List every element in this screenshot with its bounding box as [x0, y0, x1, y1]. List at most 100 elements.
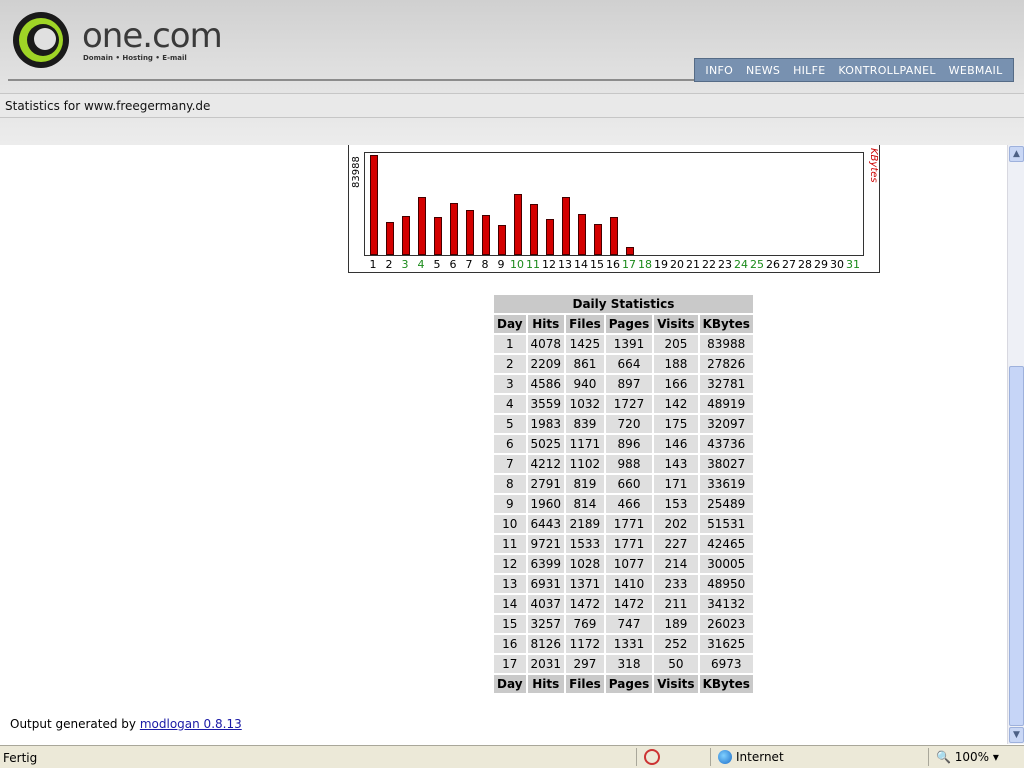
one-com-logo[interactable]: one.com Domain • Hosting • E-mail	[10, 10, 240, 72]
table-cell: 2209	[527, 355, 565, 373]
table-row: 16 8126 1172 1331 252 31625	[494, 635, 753, 653]
table-cell: 1032	[566, 395, 604, 413]
zoom-level: 100%	[954, 750, 990, 764]
chart-bar	[626, 247, 634, 255]
chart-day-label: 19	[654, 258, 668, 271]
table-cell: 6973	[699, 655, 753, 673]
table-cell: 233	[654, 575, 698, 593]
chart-day-label: 23	[718, 258, 732, 271]
chart-bar	[562, 197, 570, 255]
table-cell: 988	[605, 455, 653, 473]
stats-title-bar: Statistics for www.freegermany.de	[0, 93, 1024, 118]
table-cell: 211	[654, 595, 698, 613]
chart-day-label: 27	[782, 258, 796, 271]
table-cell: 27826	[699, 355, 753, 373]
nav-kontrollpanel[interactable]: KONTROLLPANEL	[838, 64, 935, 77]
table-cell: 38027	[699, 455, 753, 473]
table-row: 11 9721 1533 1771 227 42465	[494, 535, 753, 553]
chart-day-label: 22	[702, 258, 716, 271]
chart-day-label: 13	[558, 258, 572, 271]
table-cell: 11	[494, 535, 526, 553]
modlogan-link[interactable]: modlogan 0.8.13	[140, 717, 242, 731]
daily-kbytes-chart: 83988 KBytes 1 2 3 4 5 6 7 8 9 10 11 12 13 14 15 16 17 18…	[348, 145, 880, 273]
logo-tagline: Domain • Hosting • E-mail	[83, 54, 187, 62]
table-cell: 1771	[605, 535, 653, 553]
nav-hilfe[interactable]: HILFE	[793, 64, 825, 77]
table-row: 5 1983 839 720 175 32097	[494, 415, 753, 433]
zone-label: Internet	[736, 750, 784, 764]
zoom-control[interactable]: 🔍 100% ▾	[936, 750, 999, 764]
col-pages: Pages	[605, 315, 653, 333]
table-cell: 9721	[527, 535, 565, 553]
chart-bar	[610, 217, 618, 255]
chart-day-label: 28	[798, 258, 812, 271]
scroll-down-button[interactable]: ▼	[1009, 727, 1024, 743]
vertical-scrollbar[interactable]: ▲ ▼	[1007, 145, 1024, 744]
table-cell: 1172	[566, 635, 604, 653]
table-row: 8 2791 819 660 171 33619	[494, 475, 753, 493]
chart-day-label: 9	[497, 258, 505, 271]
chart-day-label: 16	[606, 258, 620, 271]
table-cell: 1	[494, 335, 526, 353]
table-cell: 720	[605, 415, 653, 433]
table-cell: 33619	[699, 475, 753, 493]
table-cell: 214	[654, 555, 698, 573]
foot-kbytes: KBytes	[699, 675, 753, 693]
table-cell: 8126	[527, 635, 565, 653]
col-day: Day	[494, 315, 526, 333]
table-cell: 4586	[527, 375, 565, 393]
table-cell: 814	[566, 495, 604, 513]
logo-wordmark: one.com	[82, 16, 223, 56]
col-visits: Visits	[654, 315, 698, 333]
table-row: 6 5025 1171 896 146 43736	[494, 435, 753, 453]
chart-bar	[450, 203, 458, 255]
chart-bar	[418, 197, 426, 255]
table-cell: 2031	[527, 655, 565, 673]
chart-plot-area	[364, 152, 864, 256]
table-cell: 1960	[527, 495, 565, 513]
table-cell: 897	[605, 375, 653, 393]
table-cell: 146	[654, 435, 698, 453]
table-cell: 34132	[699, 595, 753, 613]
chart-day-label: 24	[734, 258, 748, 271]
table-cell: 940	[566, 375, 604, 393]
scroll-thumb[interactable]	[1009, 366, 1024, 726]
privacy-icon[interactable]	[644, 749, 660, 765]
chart-day-label: 29	[814, 258, 828, 271]
chart-bar	[546, 219, 554, 255]
nav-webmail[interactable]: WEBMAIL	[949, 64, 1003, 77]
table-cell: 2791	[527, 475, 565, 493]
table-title: Daily Statistics	[494, 295, 753, 313]
security-zone[interactable]: Internet	[718, 750, 784, 764]
table-row: 17 2031 297 318 50 6973	[494, 655, 753, 673]
table-cell: 2	[494, 355, 526, 373]
table-row: 13 6931 1371 1410 233 48950	[494, 575, 753, 593]
zoom-icon: 🔍	[936, 750, 951, 764]
table-cell: 2189	[566, 515, 604, 533]
table-cell: 1102	[566, 455, 604, 473]
table-cell: 1371	[566, 575, 604, 593]
chart-day-label: 3	[401, 258, 409, 271]
chart-day-label: 11	[526, 258, 540, 271]
scroll-up-button[interactable]: ▲	[1009, 146, 1024, 162]
table-cell: 17	[494, 655, 526, 673]
chart-bar	[594, 224, 602, 255]
table-row: 4 3559 1032 1727 142 48919	[494, 395, 753, 413]
nav-news[interactable]: NEWS	[746, 64, 780, 77]
table-cell: 4212	[527, 455, 565, 473]
chart-day-label: 31	[846, 258, 860, 271]
logo-ring-icon	[13, 12, 69, 68]
table-cell: 1727	[605, 395, 653, 413]
table-cell: 227	[654, 535, 698, 553]
table-row: 1 4078 1425 1391 205 83988	[494, 335, 753, 353]
chart-unit-label: KBytes	[868, 148, 879, 183]
table-cell: 175	[654, 415, 698, 433]
table-cell: 1771	[605, 515, 653, 533]
chart-bar	[482, 215, 490, 255]
table-row: 9 1960 814 466 153 25489	[494, 495, 753, 513]
table-cell: 6	[494, 435, 526, 453]
chart-day-label: 20	[670, 258, 684, 271]
nav-info[interactable]: INFO	[705, 64, 733, 77]
foot-visits: Visits	[654, 675, 698, 693]
table-cell: 1391	[605, 335, 653, 353]
